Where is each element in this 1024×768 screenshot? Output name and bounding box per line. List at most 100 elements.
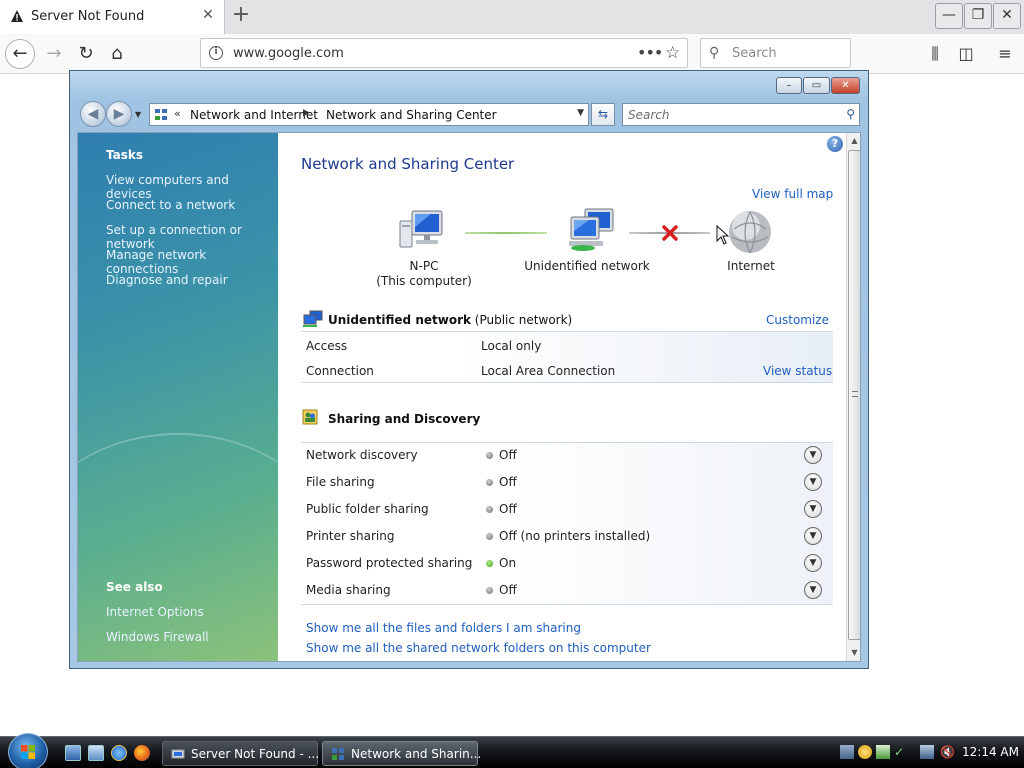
network-label: Unidentified network <box>524 259 650 273</box>
address-dropdown-icon[interactable]: ▼ <box>577 108 584 118</box>
sharing-row-value: Off <box>499 475 517 489</box>
task-connect-to-network-link[interactable]: Connect to a network <box>106 198 235 212</box>
taskbar-item-firefox[interactable]: Server Not Found - ... <box>162 741 320 766</box>
home-icon[interactable]: ⌂ <box>103 40 131 68</box>
vertical-scrollbar[interactable]: ▲ ▼ <box>846 133 860 661</box>
library-icon[interactable]: ⫼ <box>925 44 945 64</box>
browser-minimize-button[interactable]: — <box>935 3 963 29</box>
new-tab-button[interactable]: + <box>229 4 253 28</box>
refresh-button[interactable]: ⇆ <box>591 103 615 126</box>
explorer-search-box[interactable]: Search ⚲ <box>622 103 860 126</box>
breadcrumb-network-and-internet[interactable]: Network and Internet <box>190 108 318 122</box>
security-center-icon[interactable] <box>858 745 872 759</box>
task-diagnose-repair-link[interactable]: Diagnose and repair <box>106 273 228 287</box>
expand-chevron-icon[interactable]: ▼ <box>804 446 822 464</box>
address-row: ◀ ▶ ▼ « Network and Internet ▶ Network a… <box>78 101 860 129</box>
view-status-link[interactable]: View status <box>763 364 832 378</box>
sharing-row-label: Password protected sharing <box>306 556 473 570</box>
scroll-thumb[interactable] <box>848 150 860 640</box>
breadcrumb-separator-icon[interactable]: ▶ <box>303 108 310 118</box>
switch-windows-icon[interactable] <box>88 745 104 761</box>
browser-search-box[interactable]: ⚲ Search <box>700 38 851 68</box>
tab-close-icon[interactable]: ✕ <box>200 7 216 23</box>
address-bar[interactable]: « Network and Internet ▶ Network and Sha… <box>149 103 589 126</box>
search-icon[interactable]: ⚲ <box>846 107 855 121</box>
breadcrumb-overflow-icon[interactable]: « <box>174 107 181 120</box>
computer-name-label: N-PC <box>409 259 439 273</box>
expand-chevron-icon[interactable]: ▼ <box>804 581 822 599</box>
bookmark-star-icon[interactable]: ☆ <box>665 43 680 63</box>
start-button[interactable] <box>8 733 48 768</box>
sharing-row-password-protected[interactable]: Password protected sharing On ▼ <box>301 550 833 577</box>
network-folder-icon <box>332 748 344 760</box>
expand-chevron-icon[interactable]: ▼ <box>804 500 822 518</box>
task-set-up-connection-link[interactable]: Set up a connection or network <box>106 223 278 251</box>
computer-sub-label: (This computer) <box>376 274 472 288</box>
sharing-row-label: Media sharing <box>306 583 391 597</box>
firefox-icon[interactable] <box>134 745 150 761</box>
window-close-button[interactable]: ✕ <box>831 77 860 94</box>
taskbar-item-network-center[interactable]: Network and Sharin... <box>322 741 482 766</box>
breadcrumb-network-sharing-center[interactable]: Network and Sharing Center <box>326 108 497 122</box>
network-sharing-window: – ▭ ✕ ◀ ▶ ▼ « Network and Internet ▶ Net… <box>69 70 869 669</box>
sharing-row-network-discovery[interactable]: Network discovery Off ▼ <box>301 442 833 469</box>
volume-muted-icon[interactable]: 🔇 <box>940 745 955 759</box>
window-maximize-button[interactable]: ▭ <box>803 77 830 94</box>
info-icon[interactable]: i <box>209 46 223 60</box>
task-view-computers-link[interactable]: View computers and devices <box>106 173 278 201</box>
window-minimize-button[interactable]: – <box>776 77 802 94</box>
view-full-map-link[interactable]: View full map <box>752 187 833 201</box>
sharing-row-public-folder[interactable]: Public folder sharing Off ▼ <box>301 496 833 523</box>
expand-chevron-icon[interactable]: ▼ <box>804 473 822 491</box>
status-off-icon <box>486 533 493 540</box>
connection-label: Connection <box>306 364 374 378</box>
tray-app-icon[interactable] <box>876 745 890 759</box>
customize-link[interactable]: Customize <box>766 313 829 327</box>
page-actions-icon[interactable]: ••• <box>637 43 663 62</box>
disconnected-x-icon[interactable] <box>661 224 679 242</box>
sharing-row-printer-sharing[interactable]: Printer sharing Off (no printers install… <box>301 523 833 550</box>
network-status-icon[interactable] <box>920 745 934 759</box>
explorer-search-placeholder: Search <box>628 108 670 122</box>
show-shared-folders-link[interactable]: Show me all the shared network folders o… <box>306 641 651 655</box>
show-shared-files-link[interactable]: Show me all the files and folders I am s… <box>306 621 581 635</box>
scroll-up-icon[interactable]: ▲ <box>847 133 860 149</box>
windows-firewall-link[interactable]: Windows Firewall <box>106 630 209 644</box>
clock[interactable]: 12:14 AM <box>962 745 1019 759</box>
menu-icon[interactable]: ≡ <box>995 44 1015 63</box>
task-manage-connections-link[interactable]: Manage network connections <box>106 248 278 276</box>
sidebar-icon[interactable]: ◫ <box>956 44 976 63</box>
sharing-row-file-sharing[interactable]: File sharing Off ▼ <box>301 469 833 496</box>
status-off-icon <box>486 452 493 459</box>
explorer-forward-button[interactable]: ▶ <box>106 101 132 127</box>
help-icon[interactable]: ? <box>827 136 843 152</box>
recent-pages-chevron-icon[interactable]: ▼ <box>135 110 141 119</box>
scroll-grip-icon <box>852 391 858 397</box>
explorer-back-button[interactable]: ◀ <box>80 101 106 127</box>
expand-chevron-icon[interactable]: ▼ <box>804 527 822 545</box>
url-text[interactable]: www.google.com <box>233 46 344 61</box>
internet-globe-icon[interactable] <box>726 209 774 255</box>
network-name: Unidentified network <box>328 313 471 327</box>
internet-options-link[interactable]: Internet Options <box>106 605 204 619</box>
show-desktop-icon[interactable] <box>65 745 81 761</box>
network-icon[interactable] <box>565 207 617 253</box>
url-bar[interactable]: i www.google.com ••• ☆ <box>200 38 688 68</box>
taskbar-item-label: Network and Sharin... <box>351 747 482 761</box>
computer-icon[interactable] <box>398 209 448 253</box>
browser-tab[interactable]: Server Not Found ✕ <box>0 0 225 34</box>
browser-close-button[interactable]: ✕ <box>993 3 1021 29</box>
tray-network-map-icon[interactable] <box>840 745 854 759</box>
sharing-section-title-text: Sharing and Discovery <box>328 412 481 426</box>
expand-chevron-icon[interactable]: ▼ <box>804 554 822 572</box>
reload-icon[interactable]: ↻ <box>72 40 100 68</box>
forward-icon[interactable]: → <box>40 40 68 68</box>
scroll-down-icon[interactable]: ▼ <box>847 645 860 661</box>
internet-explorer-icon[interactable] <box>111 745 127 761</box>
mouse-cursor-icon <box>716 225 730 245</box>
taskbar-item-label: Server Not Found - ... <box>191 747 320 761</box>
browser-restore-button[interactable]: ❐ <box>964 3 992 29</box>
sidebar-gadget-icon[interactable]: ✓ <box>894 745 908 759</box>
sharing-row-media-sharing[interactable]: Media sharing Off ▼ <box>301 577 833 604</box>
back-icon[interactable]: ← <box>5 39 35 69</box>
